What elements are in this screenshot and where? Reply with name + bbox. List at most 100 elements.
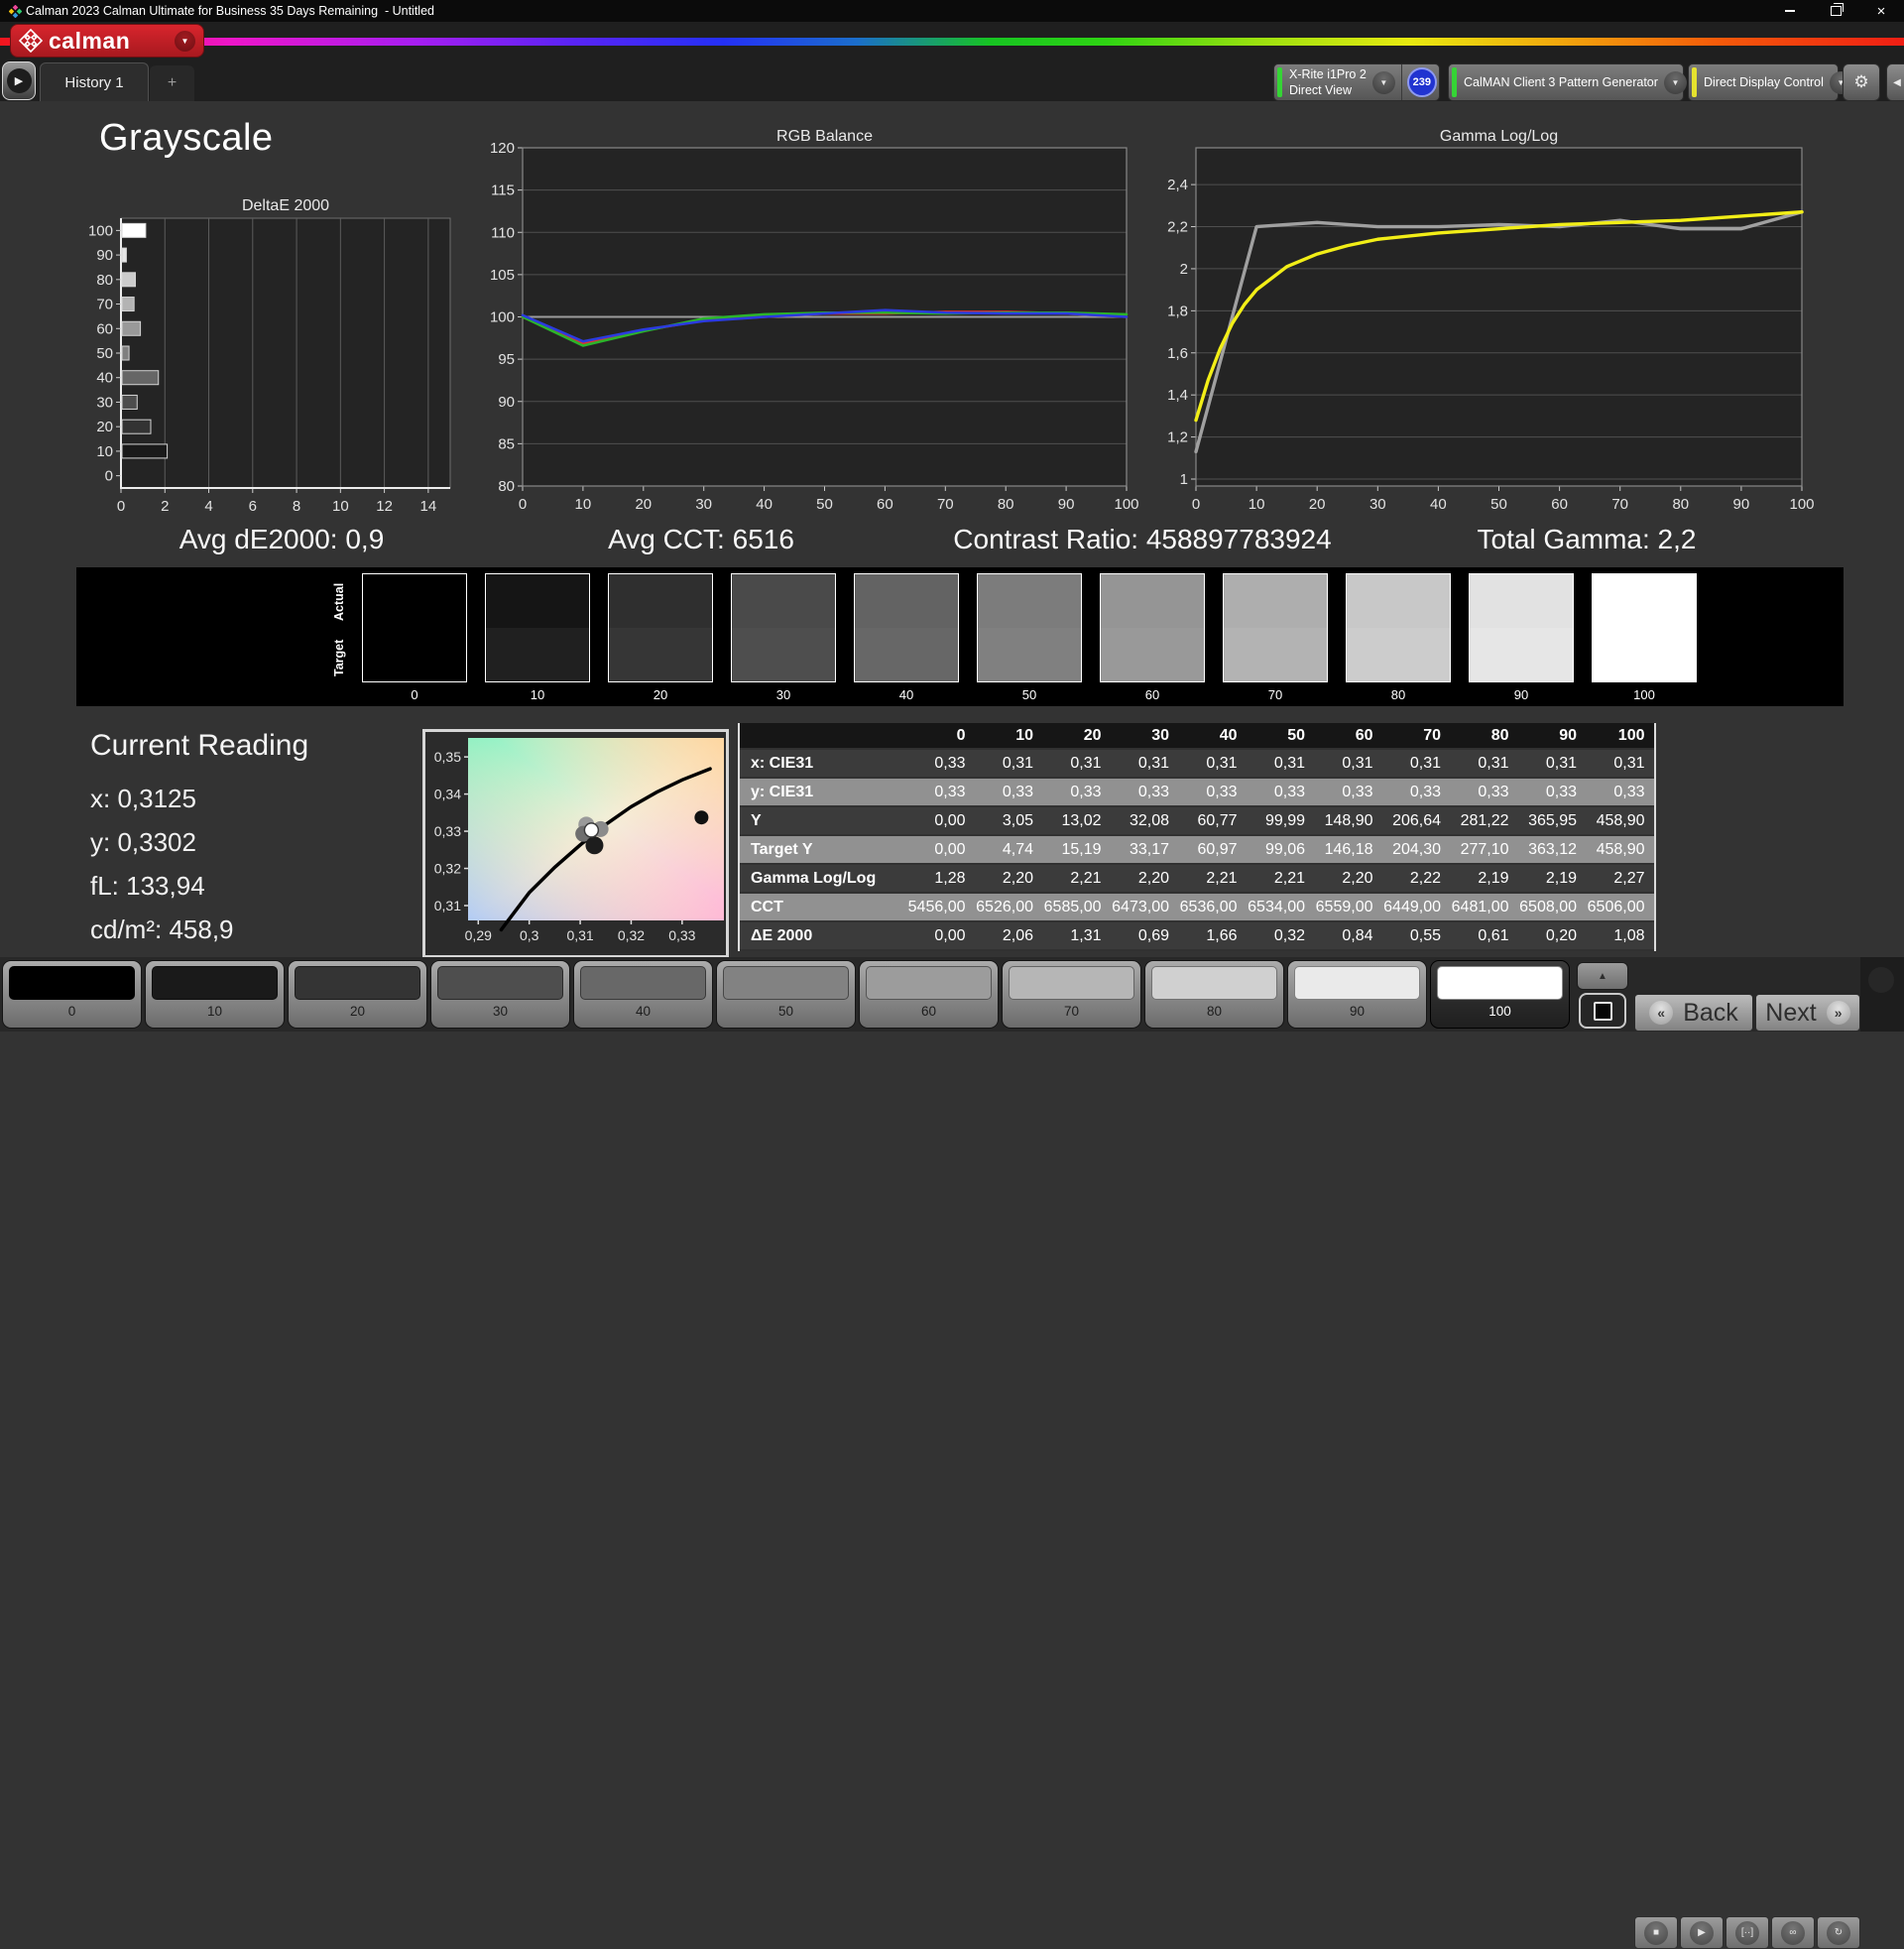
cie-chromaticity-chart: 0,35 0,34 0,33 0,32 0,31 0,29 0,3 0,31 0,32 0,33 bbox=[422, 729, 729, 958]
table-cell: 2,21 bbox=[1273, 869, 1305, 887]
collapse-toolbar-button[interactable]: ◀ bbox=[1886, 63, 1904, 101]
collapse-arrow-icon: ◀ bbox=[1893, 76, 1901, 88]
actual-half bbox=[1347, 574, 1450, 628]
actual-half bbox=[363, 574, 466, 628]
chevron-up-icon: ▲ bbox=[1598, 970, 1607, 982]
table-row-label: Target Y bbox=[751, 840, 813, 858]
svg-text:40: 40 bbox=[96, 370, 113, 387]
svg-text:85: 85 bbox=[498, 435, 515, 452]
patch-button-20[interactable]: 20 bbox=[288, 960, 427, 1029]
back-button[interactable]: « Back bbox=[1634, 994, 1753, 1032]
patch-button-0[interactable]: 0 bbox=[2, 960, 142, 1029]
patch-button-30[interactable]: 30 bbox=[430, 960, 570, 1029]
table-header-cell: 70 bbox=[1423, 726, 1441, 744]
table-cell: 0,69 bbox=[1137, 926, 1169, 944]
meter-count-badge[interactable]: 239 bbox=[1406, 67, 1437, 97]
patch-button-80[interactable]: 80 bbox=[1144, 960, 1284, 1029]
patch-button-50[interactable]: 50 bbox=[716, 960, 856, 1029]
table-header-cell: 80 bbox=[1490, 726, 1509, 744]
patch-button-60[interactable]: 60 bbox=[859, 960, 999, 1029]
patch-button-90[interactable]: 90 bbox=[1287, 960, 1427, 1029]
svg-text:70: 70 bbox=[96, 297, 113, 313]
actual-half bbox=[1593, 574, 1696, 628]
meter-status-bar bbox=[1277, 67, 1282, 97]
patch-bar-expand-button[interactable]: ▲ bbox=[1577, 962, 1628, 990]
patch-label: 80 bbox=[1206, 1004, 1223, 1019]
patch-swatch bbox=[1437, 966, 1563, 1000]
svg-text:40: 40 bbox=[1430, 496, 1447, 513]
target-half bbox=[1347, 628, 1450, 681]
stat-total-gamma: Total Gamma: 2,2 bbox=[1477, 524, 1697, 554]
page-title: Grayscale bbox=[99, 117, 274, 159]
strip-swatch-label: 20 bbox=[653, 687, 668, 702]
svg-text:0,3: 0,3 bbox=[520, 927, 539, 943]
patch-label: 0 bbox=[67, 1004, 76, 1019]
play-button[interactable]: ▶ bbox=[1680, 1916, 1724, 1949]
table-cell: 6508,00 bbox=[1519, 898, 1577, 915]
table-header-cell: 60 bbox=[1355, 726, 1373, 744]
patch-button-40[interactable]: 40 bbox=[573, 960, 713, 1029]
deltae-bar-80 bbox=[121, 272, 137, 288]
window-level-button[interactable] bbox=[1579, 993, 1626, 1029]
deltae-bar-20 bbox=[121, 419, 152, 434]
refresh-button[interactable]: ↻ bbox=[1817, 1916, 1860, 1949]
table-cell: 0,55 bbox=[1409, 926, 1441, 944]
pattern-button[interactable]: [··] bbox=[1726, 1916, 1769, 1949]
stop-button[interactable]: ■ bbox=[1634, 1916, 1678, 1949]
table-row: x: CIE31 0,33 0,31 0,31 0,31 0,31 0,31 0,31 0,31… bbox=[740, 750, 1654, 779]
strip-swatch-60: 60 bbox=[1100, 573, 1205, 702]
display-control-dropdown[interactable]: Direct Display Control ▼ bbox=[1688, 63, 1852, 101]
table-cell: 0,31 bbox=[1478, 754, 1509, 772]
patch-button-10[interactable]: 10 bbox=[145, 960, 285, 1029]
minimize-button[interactable] bbox=[1767, 0, 1813, 22]
infinite-button[interactable]: ∞ bbox=[1771, 1916, 1815, 1949]
table-cell: 0,00 bbox=[934, 840, 966, 858]
calman-chevron-down-icon[interactable]: ▼ bbox=[175, 30, 195, 52]
meter-chevron-down-icon[interactable]: ▼ bbox=[1371, 70, 1395, 94]
add-tab-button[interactable]: + bbox=[150, 65, 194, 101]
table-cell: 0,33 bbox=[1342, 783, 1373, 800]
actual-half bbox=[732, 574, 835, 628]
next-button[interactable]: Next » bbox=[1755, 994, 1860, 1032]
strip-swatch-90: 90 bbox=[1469, 573, 1574, 702]
table-cell: 2,20 bbox=[1342, 869, 1373, 887]
table-row: Gamma Log/Log 1,28 2,20 2,21 2,20 2,21 2,21 2,2… bbox=[740, 865, 1654, 894]
patch-label: 70 bbox=[1063, 1004, 1080, 1019]
table-cell: 1,28 bbox=[934, 869, 966, 887]
patch-button-70[interactable]: 70 bbox=[1002, 960, 1141, 1029]
table-cell: 1,31 bbox=[1070, 926, 1102, 944]
display-control-status-bar bbox=[1692, 67, 1697, 97]
table-cell: 2,06 bbox=[1002, 926, 1033, 944]
strip-swatch-70: 70 bbox=[1223, 573, 1328, 702]
patch-swatch bbox=[1009, 966, 1134, 1000]
table-cell: 204,30 bbox=[1392, 840, 1441, 858]
patch-label: 100 bbox=[1488, 1004, 1511, 1019]
table-cell: 1,66 bbox=[1206, 926, 1238, 944]
table-cell: 2,27 bbox=[1613, 869, 1645, 887]
deltae-bar-60 bbox=[121, 320, 142, 336]
settings-button[interactable]: ⚙ bbox=[1843, 63, 1880, 101]
table-cell: 1,08 bbox=[1613, 926, 1645, 944]
restore-button[interactable] bbox=[1813, 0, 1858, 22]
add-tab-icon: + bbox=[167, 74, 178, 91]
table-cell: 99,06 bbox=[1264, 840, 1305, 858]
target-half bbox=[1470, 628, 1573, 681]
calman-menu-button[interactable]: calman ▼ bbox=[10, 24, 204, 58]
svg-text:10: 10 bbox=[1249, 496, 1265, 513]
pattern-generator-dropdown[interactable]: CalMAN Client 3 Pattern Generator ▼ bbox=[1448, 63, 1687, 101]
meter-dropdown[interactable]: X-Rite i1Pro 2 Direct View ▼ 239 bbox=[1273, 63, 1440, 101]
patch-button-100[interactable]: 100 bbox=[1430, 960, 1570, 1029]
svg-text:1,2: 1,2 bbox=[1167, 429, 1188, 446]
reading-cdm2: cd/m²: 458,9 bbox=[90, 914, 234, 944]
table-cell: 0,31 bbox=[1409, 754, 1441, 772]
layout-expander-button[interactable]: ▶ bbox=[2, 61, 36, 100]
strip-swatch-label: 60 bbox=[1144, 687, 1160, 702]
svg-text:20: 20 bbox=[96, 419, 113, 435]
tab-history-1[interactable]: History 1 bbox=[40, 62, 149, 101]
svg-text:90: 90 bbox=[96, 247, 113, 264]
close-button[interactable]: × bbox=[1858, 0, 1904, 22]
target-half bbox=[978, 628, 1081, 681]
gear-icon: ⚙ bbox=[1853, 72, 1869, 92]
table-row: Target Y 0,00 4,74 15,19 33,17 60,97 99,06 146,… bbox=[740, 836, 1654, 865]
generator-chevron-down-icon[interactable]: ▼ bbox=[1663, 70, 1687, 94]
